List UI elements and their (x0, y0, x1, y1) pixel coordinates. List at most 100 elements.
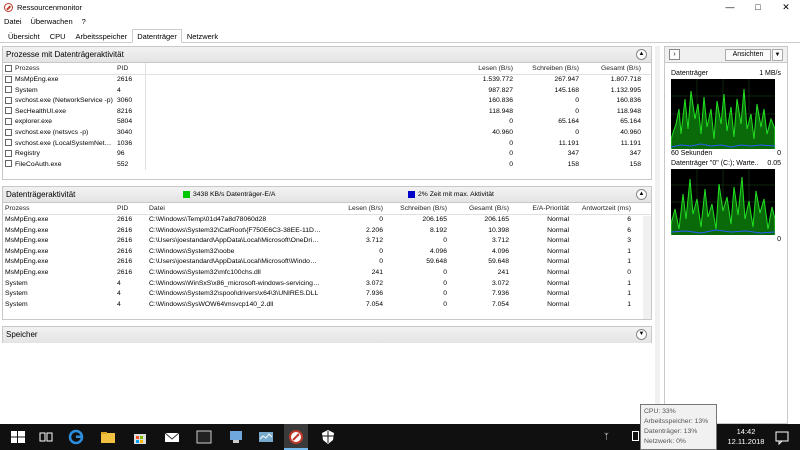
process-row[interactable]: svchost.exe (NetworkService -p) 3060 160.8… (3, 96, 651, 107)
collapse-icon[interactable]: ▲ (636, 49, 647, 60)
activity-priority: Normal (547, 300, 569, 308)
activity-row[interactable]: MsMpEng.exe 2616 C:\Users\joestandard\AppD… (3, 257, 651, 268)
col-process[interactable]: Prozess (3, 203, 115, 214)
process-row[interactable]: FileCoAuth.exe 552 0 158 158 (3, 159, 651, 171)
activity-file: C:\Users\joestandard\AppData\Local\Micro… (149, 237, 323, 245)
disk-activity-header[interactable]: Datenträgeraktivität 3438 KB/s Datenträg… (3, 187, 651, 203)
tab-overview[interactable]: Übersicht (3, 29, 45, 43)
activity-scrollbar[interactable] (643, 216, 651, 319)
process-checkbox[interactable] (5, 86, 12, 94)
menu-monitor[interactable]: Überwachen (31, 17, 73, 26)
close-button[interactable]: ✕ (772, 0, 800, 15)
graph1-zero: 0 (777, 150, 781, 157)
process-row[interactable]: MsMpEng.exe 2616 1.539.772 267.947 1.807.718 (3, 75, 651, 86)
terminal-icon[interactable] (196, 429, 212, 445)
process-row[interactable]: Registry 96 0 347 347 (3, 149, 651, 160)
col-read[interactable]: Lesen (B/s) (463, 63, 515, 74)
tab-network[interactable]: Netzwerk (182, 29, 223, 43)
splitter[interactable] (655, 46, 660, 424)
activity-process: MsMpEng.exe (5, 226, 49, 234)
process-row[interactable]: svchost.exe (netsvcs -p) 3040 40.960 0 40.96… (3, 127, 651, 139)
process-checkbox[interactable] (5, 139, 12, 147)
process-checkbox[interactable] (5, 75, 12, 83)
task-manager-icon[interactable] (258, 429, 274, 445)
activity-row[interactable]: MsMpEng.exe 2616 C:\Windows\Temp\01d47a8d7… (3, 215, 651, 226)
file-explorer-icon[interactable] (100, 429, 116, 445)
clock[interactable]: 14:42 12.11.2018 (724, 427, 768, 447)
tray-resource-icon[interactable] (632, 431, 639, 441)
activity-response: 6 (627, 216, 631, 223)
store-icon[interactable] (132, 429, 148, 445)
process-row[interactable]: explorer.exe 5804 0 65.164 65.164 (3, 117, 651, 128)
notifications-icon[interactable] (774, 429, 790, 445)
process-checkbox[interactable] (5, 107, 12, 115)
col-total[interactable]: Gesamt (B/s) (449, 203, 511, 214)
windows-start-icon[interactable] (10, 429, 26, 445)
legend-io: 3438 KB/s Datenträger-E/A (183, 187, 275, 202)
activity-read: 0 (379, 216, 383, 223)
activity-row[interactable]: MsMpEng.exe 2616 C:\Users\joestandard\AppD… (3, 236, 651, 247)
activity-file: C:\Windows\System32\mfc100chs.dll (149, 268, 261, 276)
menu-help[interactable]: ? (82, 17, 86, 26)
legend-green-box (183, 190, 190, 198)
active-taskbar-item[interactable] (284, 424, 308, 450)
activity-write: 0 (443, 268, 447, 276)
activity-priority: Normal (547, 237, 569, 245)
select-all-checkbox[interactable] (5, 64, 12, 72)
people-icon[interactable]: ᛉ (604, 432, 609, 441)
activity-response: 1 (627, 247, 631, 255)
computer-management-icon[interactable] (228, 429, 244, 445)
process-row[interactable]: SecHealthUI.exe 8216 118.948 0 118.948 (3, 106, 651, 118)
tab-cpu[interactable]: CPU (45, 29, 71, 43)
col-pid[interactable]: PID (115, 203, 147, 214)
process-checkbox[interactable] (5, 118, 12, 126)
process-checkbox[interactable] (5, 149, 12, 157)
memory-header[interactable]: Speicher ▼ (3, 327, 651, 343)
expand-icon[interactable]: ▼ (636, 329, 647, 340)
disk-graph-svg (670, 79, 776, 149)
activity-write: 206.165 (422, 216, 447, 223)
col-process[interactable]: Prozess (3, 63, 115, 74)
maximize-button[interactable]: □ (744, 0, 772, 15)
mail-icon[interactable] (164, 429, 180, 445)
activity-row[interactable]: System 4 C:\Windows\SysWOW64\msvcp140_2.dl… (3, 300, 651, 311)
collapse-icon[interactable]: ▲ (636, 189, 647, 200)
col-total[interactable]: Gesamt (B/s) (581, 63, 643, 74)
process-write: 0 (575, 97, 579, 105)
task-view-icon[interactable] (38, 429, 54, 445)
col-response-time[interactable]: Antwortzeit (ms) (571, 203, 633, 214)
process-checkbox[interactable] (5, 160, 12, 168)
activity-process: MsMpEng.exe (5, 247, 49, 255)
tab-disk[interactable]: Datenträger (132, 29, 182, 43)
resource-monitor-taskbar-icon (289, 430, 303, 444)
col-pid[interactable]: PID (115, 63, 145, 74)
security-shield-icon[interactable] (320, 429, 336, 445)
tab-memory[interactable]: Arbeitsspeicher (71, 29, 133, 43)
process-checkbox[interactable] (5, 128, 12, 136)
activity-row[interactable]: MsMpEng.exe 2616 C:\Windows\System32\CatRo… (3, 226, 651, 237)
minimize-button[interactable]: — (716, 0, 744, 15)
expand-panel-icon[interactable]: › (669, 49, 680, 60)
activity-row[interactable]: MsMpEng.exe 2616 C:\Windows\System32\mfc10… (3, 268, 651, 279)
activity-write: 0 (443, 279, 447, 287)
col-file[interactable]: Datei (147, 203, 323, 214)
chevron-down-icon[interactable]: ▼ (772, 49, 783, 61)
tooltip-memory: Arbeitsspeicher: 13% (644, 418, 709, 425)
process-row[interactable]: System 4 987.827 145.168 1.132.995 (3, 85, 651, 97)
graph1-footer: 60 Sekunden 0 (665, 149, 787, 159)
process-checkbox[interactable] (5, 96, 12, 104)
activity-row[interactable]: MsMpEng.exe 2616 C:\Windows\System32\oobe 0… (3, 247, 651, 258)
activity-file: C:\Users\joestandard\AppData\Local\Micro… (149, 258, 323, 266)
edge-icon[interactable] (68, 429, 84, 445)
col-write[interactable]: Schreiben (B/s) (515, 63, 581, 74)
col-read[interactable]: Lesen (B/s) (323, 203, 385, 214)
activity-row[interactable]: System 4 C:\Windows\WinSxS\x86_microsoft-w… (3, 279, 651, 290)
col-write[interactable]: Schreiben (B/s) (385, 203, 449, 214)
processes-header[interactable]: Prozesse mit Datenträgeraktivität ▲ (3, 47, 651, 63)
col-io-priority[interactable]: E/A-Priorität (511, 203, 571, 214)
processes-section: Prozesse mit Datenträgeraktivität ▲ Proz… (2, 46, 652, 180)
menu-file[interactable]: Datei (4, 17, 22, 26)
activity-row[interactable]: System 4 C:\Windows\System32\spool\drivers… (3, 289, 651, 300)
process-row[interactable]: svchost.exe (LocalSystemNetwo... 1036 0 11.… (3, 138, 651, 150)
views-button[interactable]: Ansichten (725, 49, 771, 61)
